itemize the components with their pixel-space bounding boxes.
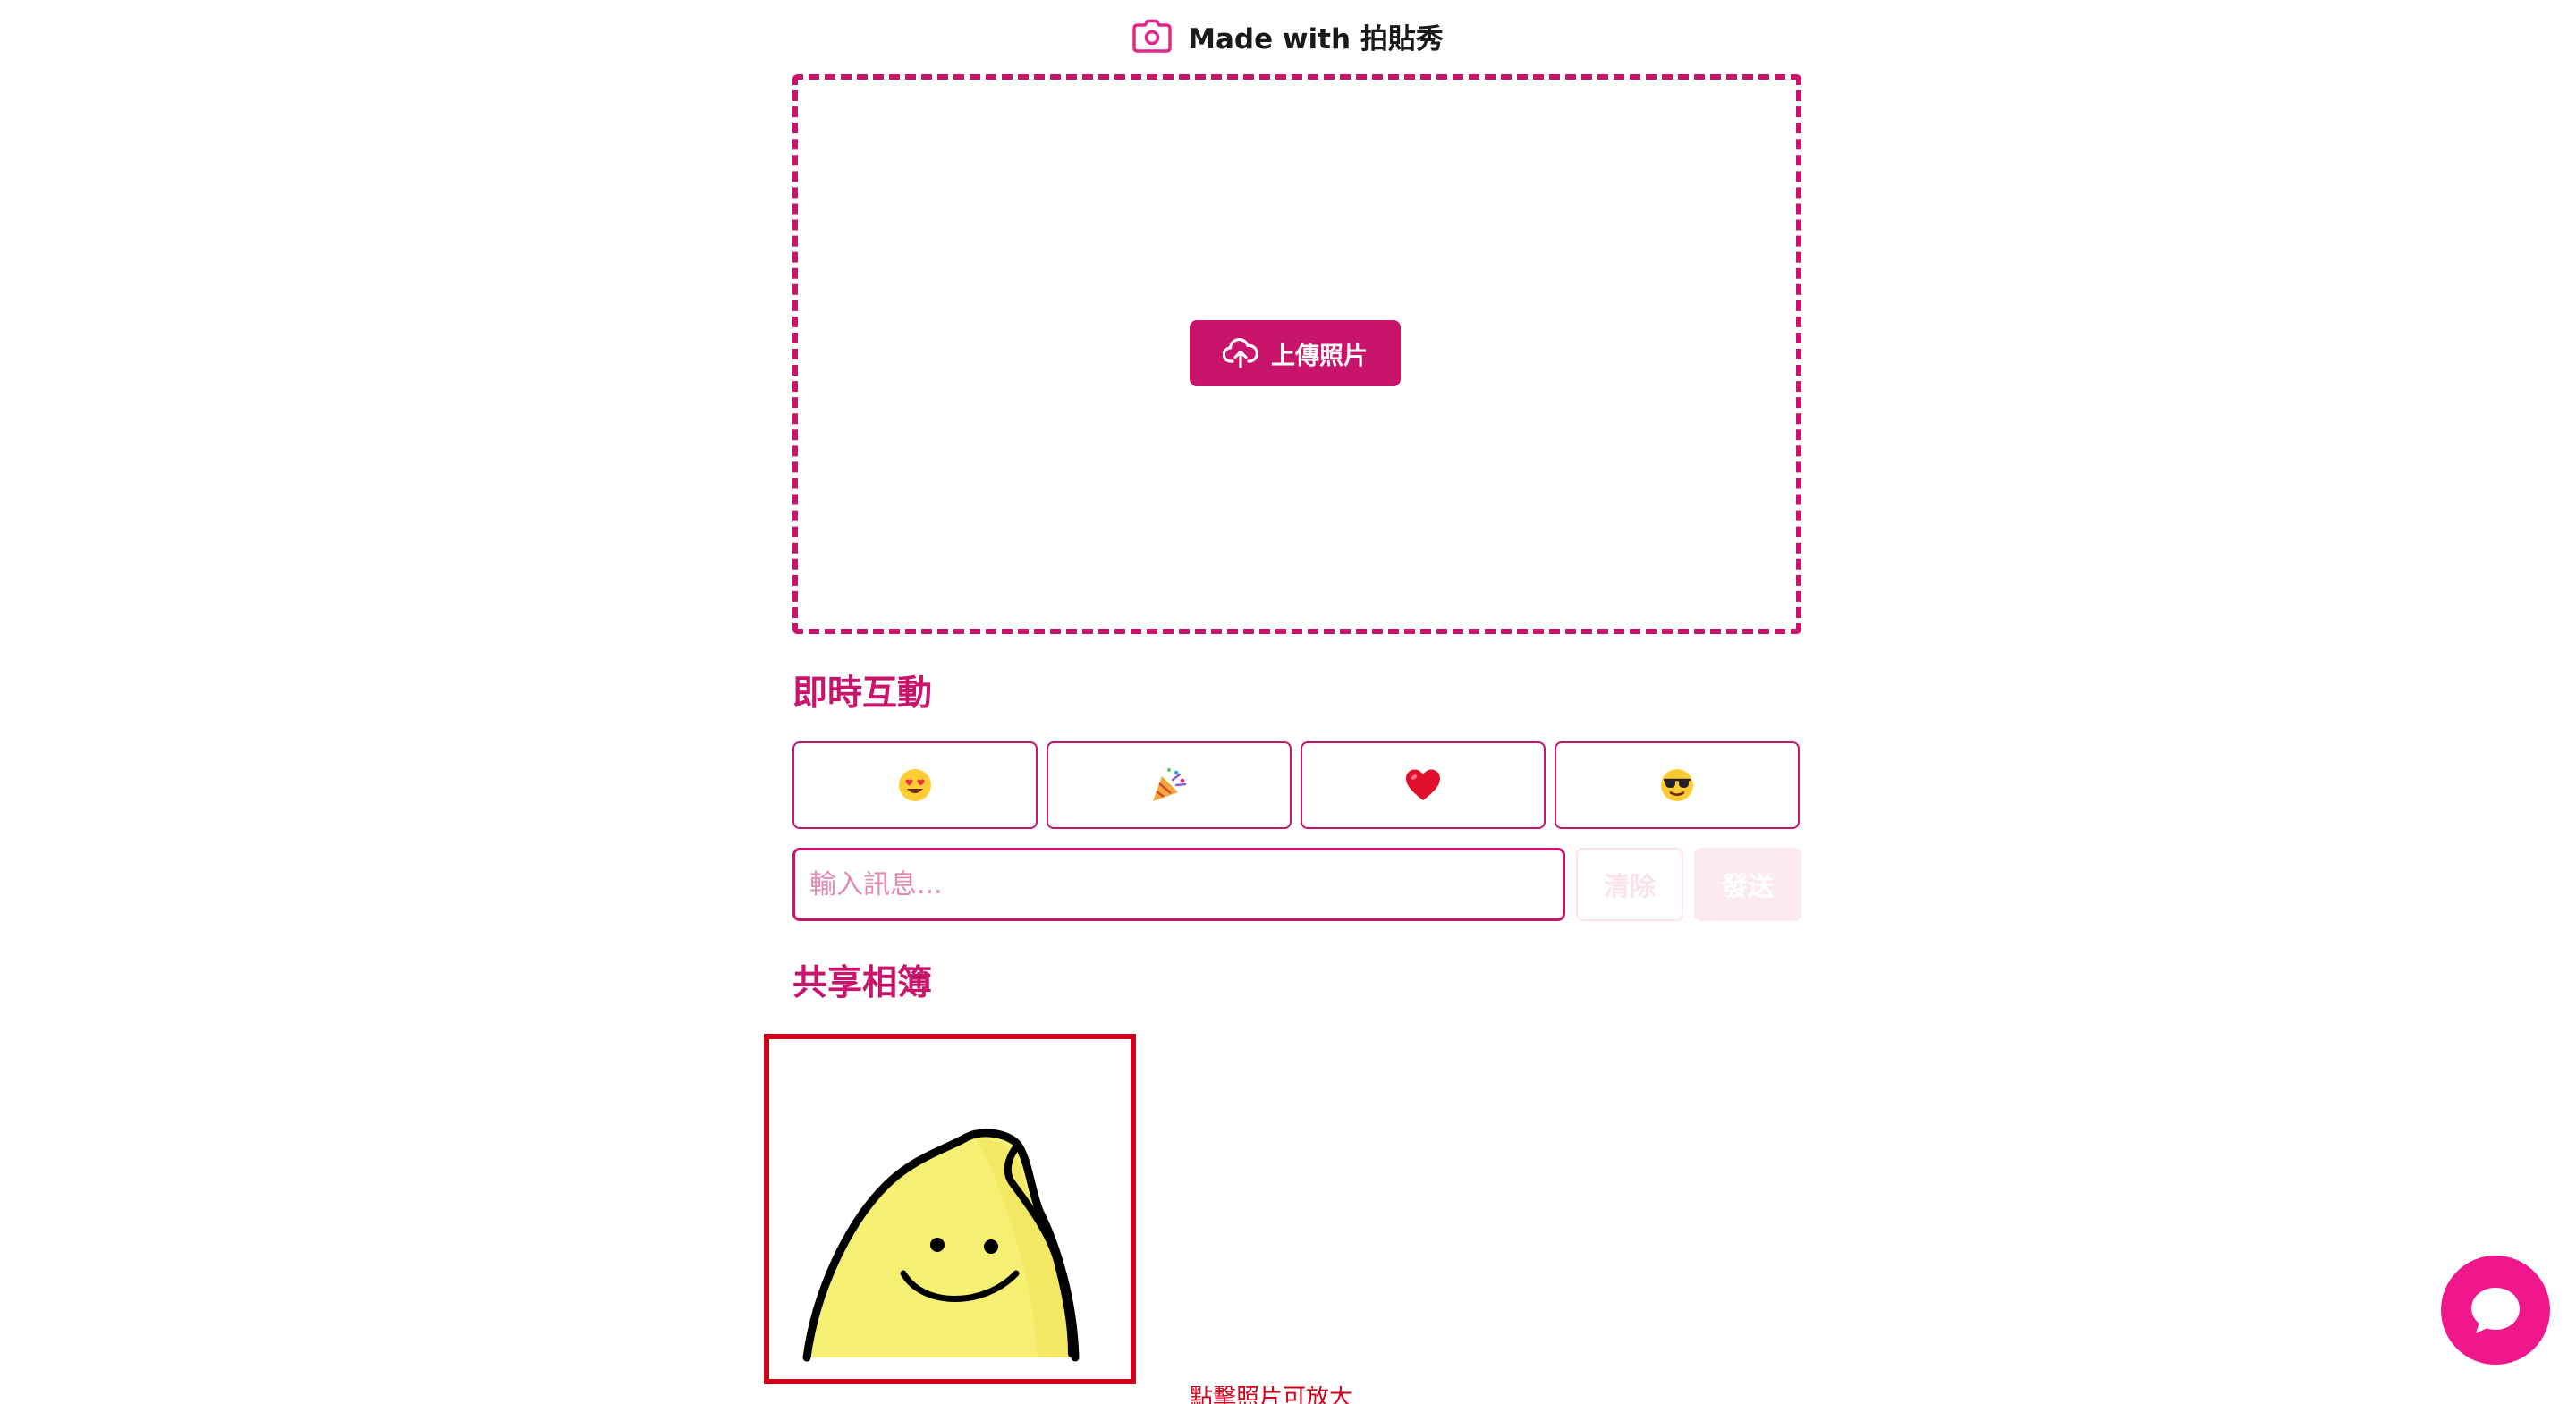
send-button[interactable]: 發送 (1694, 848, 1801, 921)
album-photo (769, 1039, 1131, 1379)
upload-photo-button[interactable]: 上傳照片 (1190, 320, 1401, 386)
reaction-party-button[interactable] (1046, 741, 1292, 829)
album-title: 共享相簿 (792, 963, 933, 1003)
page-header: Made with 拍貼秀 (0, 13, 2576, 59)
cloud-upload-icon (1223, 338, 1258, 368)
reactions-title: 即時互動 (792, 673, 933, 714)
message-input[interactable] (792, 848, 1565, 921)
album-hint: 點擊照片可放大 (1190, 1386, 1353, 1404)
camera-icon (1132, 19, 1172, 53)
sunglasses-emoji-icon (1659, 767, 1695, 803)
reaction-buttons (792, 741, 1800, 829)
heart-eyes-emoji-icon (897, 767, 933, 803)
upload-photo-label: 上傳照片 (1271, 342, 1368, 370)
chat-button[interactable] (2441, 1256, 2550, 1365)
red-heart-emoji-icon (1404, 767, 1442, 803)
party-popper-emoji-icon (1149, 765, 1189, 805)
page-title: Made with 拍貼秀 (1188, 22, 1444, 55)
reaction-heart-button[interactable] (1301, 741, 1546, 829)
reaction-cool-button[interactable] (1555, 741, 1800, 829)
album-photo-card[interactable] (764, 1034, 1136, 1384)
reaction-heart-eyes-button[interactable] (792, 741, 1038, 829)
clear-button[interactable]: 清除 (1576, 848, 1683, 921)
chat-bubble-icon (2469, 1284, 2522, 1336)
